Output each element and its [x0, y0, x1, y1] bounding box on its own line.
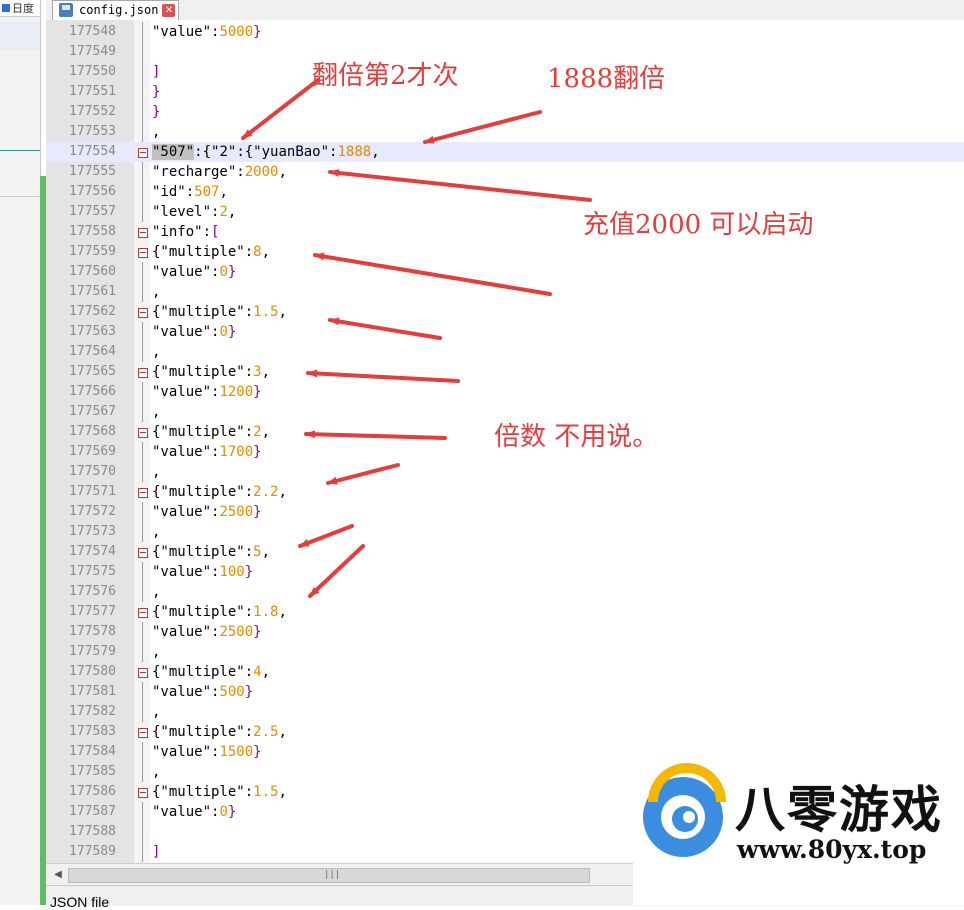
- annotation-recharge: 充值2000 可以启动: [583, 210, 814, 240]
- arrow-to-multiple-2: [304, 430, 447, 440]
- arrow-to-level-2: [241, 78, 320, 140]
- annotation-multiple: 倍数 不用说。: [494, 422, 659, 452]
- annotation-double-2nd: 翻倍第2才次: [312, 61, 459, 91]
- watermark-logo: 八零游戏 www.80yx.top: [633, 752, 964, 905]
- brand-url: www.80yx.top: [737, 835, 927, 864]
- arrow-to-multiple-5: [298, 524, 354, 548]
- arrow-to-multiple-1-5: [328, 317, 442, 340]
- logo-swirl-icon: [643, 763, 726, 857]
- arrow-to-1888: [423, 110, 542, 144]
- arrow-to-multiple-2-2: [326, 463, 400, 485]
- arrow-to-multiple-3: [306, 369, 460, 383]
- brand-name: 八零游戏: [735, 781, 943, 839]
- arrow-to-multiple-8: [313, 252, 552, 296]
- arrow-to-multiple-1-8: [308, 544, 365, 598]
- arrow-to-recharge: [328, 168, 592, 202]
- annotation-double-1888: 1888翻倍: [547, 64, 666, 94]
